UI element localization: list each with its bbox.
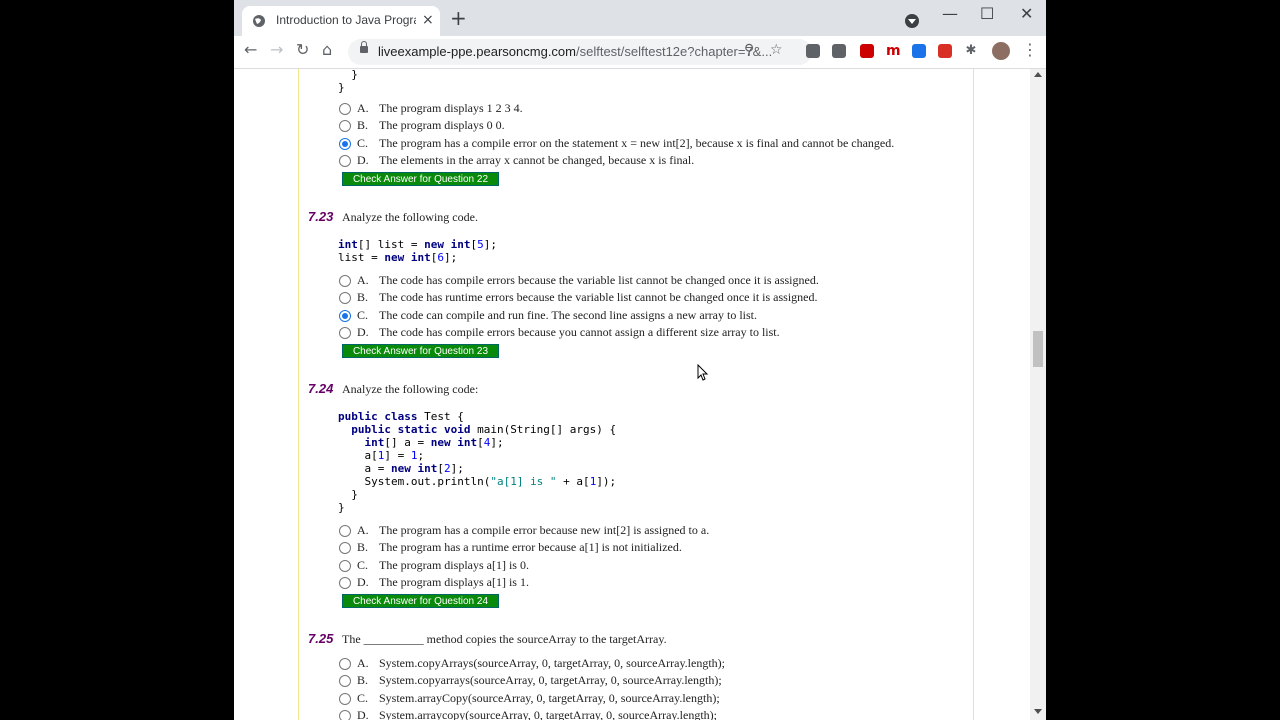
- radio-button[interactable]: [339, 577, 351, 589]
- page-content: } } A. The program displays 1 2 3 4. B. Th…: [234, 68, 1046, 720]
- radio-button-selected[interactable]: [339, 138, 351, 150]
- question-24-code: public class Test { public static void m…: [338, 410, 617, 514]
- code-tail: } }: [338, 68, 358, 94]
- question-25-prompt: The __________ method copies the sourceA…: [342, 632, 667, 646]
- check-answer-24-button[interactable]: Check Answer for Question 24: [342, 594, 499, 608]
- scroll-up-icon[interactable]: [1034, 72, 1042, 77]
- new-tab-button[interactable]: +: [450, 6, 467, 30]
- radio-button[interactable]: [339, 658, 351, 670]
- close-tab-icon[interactable]: ×: [422, 12, 434, 28]
- check-answer-23-button[interactable]: Check Answer for Question 23: [342, 344, 499, 358]
- radio-button[interactable]: [339, 560, 351, 572]
- toolbar: ← → ↻ ⌂ liveexample-ppe.pearsoncmg.com/s…: [234, 36, 1046, 69]
- browser-window: Introduction to Java Programmin × + — ☐ …: [234, 0, 1046, 720]
- extension-cube-icon[interactable]: [806, 44, 820, 58]
- q22-option-a[interactable]: A. The program displays 1 2 3 4.: [339, 101, 939, 119]
- extension-e-icon[interactable]: [912, 44, 926, 58]
- maximize-button[interactable]: ☐: [980, 4, 994, 23]
- close-window-button[interactable]: ✕: [1020, 4, 1033, 23]
- url-text: liveexample-ppe.pearsoncmg.com/selftest/…: [378, 44, 773, 59]
- q25-option-c[interactable]: C. System.arrayCopy(sourceArray, 0, targe…: [339, 691, 939, 709]
- q24-option-d[interactable]: D. The program displays a[1] is 1.: [339, 575, 939, 593]
- q25-option-a[interactable]: A. System.copyArrays(sourceArray, 0, targ…: [339, 656, 939, 674]
- back-button[interactable]: ←: [244, 40, 257, 59]
- radio-button[interactable]: [339, 542, 351, 554]
- extension-box-icon[interactable]: [832, 44, 846, 58]
- q24-option-c[interactable]: C. The program displays a[1] is 0.: [339, 558, 939, 576]
- home-button[interactable]: ⌂: [322, 40, 332, 59]
- q23-option-b[interactable]: B. The code has runtime errors because th…: [339, 290, 939, 308]
- q23-option-c[interactable]: C. The code can compile and run fine. The…: [339, 308, 939, 326]
- q22-option-d[interactable]: D. The elements in the array x cannot be …: [339, 153, 939, 171]
- radio-button[interactable]: [339, 275, 351, 287]
- radio-button[interactable]: [339, 675, 351, 687]
- q24-option-b[interactable]: B. The program has a runtime error becaus…: [339, 540, 939, 558]
- minimize-button[interactable]: —: [942, 4, 958, 23]
- radio-button[interactable]: [339, 525, 351, 537]
- mouse-cursor-icon: [697, 364, 709, 381]
- tab-active[interactable]: Introduction to Java Programmin ×: [242, 6, 440, 36]
- question-23-prompt: Analyze the following code.: [342, 210, 478, 224]
- question-24-number: 7.24: [308, 381, 334, 396]
- question-25-number: 7.25: [308, 631, 334, 646]
- q23-option-a[interactable]: A. The code has compile errors because th…: [339, 273, 939, 291]
- q24-option-a[interactable]: A. The program has a compile error becaus…: [339, 523, 939, 541]
- tab-search-icon[interactable]: [905, 14, 919, 28]
- q22-option-b[interactable]: B. The program displays 0 0.: [339, 118, 939, 136]
- q25-option-d[interactable]: D. System.arraycopy(sourceArray, 0, targe…: [339, 708, 939, 720]
- q22-option-c[interactable]: C. The program has a compile error on the…: [339, 136, 939, 154]
- radio-button[interactable]: [339, 327, 351, 339]
- forward-button[interactable]: →: [270, 40, 283, 59]
- check-answer-22-button[interactable]: Check Answer for Question 22: [342, 172, 499, 186]
- globe-icon: [253, 15, 265, 27]
- menu-icon[interactable]: ⋮: [1022, 40, 1038, 59]
- radio-button[interactable]: [339, 120, 351, 132]
- radio-button-selected[interactable]: [339, 310, 351, 322]
- tab-title: Introduction to Java Programmin: [276, 13, 416, 27]
- radio-button[interactable]: [339, 103, 351, 115]
- ublock-icon[interactable]: [860, 44, 874, 58]
- extension-cast-icon[interactable]: [938, 44, 952, 58]
- extensions-puzzle-icon[interactable]: ✱: [964, 44, 978, 58]
- extension-m-icon[interactable]: m: [886, 44, 901, 58]
- vertical-scrollbar[interactable]: [1030, 69, 1046, 720]
- radio-button[interactable]: [339, 155, 351, 167]
- avatar[interactable]: [992, 42, 1010, 60]
- tab-bar: Introduction to Java Programmin × + — ☐ …: [234, 0, 1046, 36]
- question-24-prompt: Analyze the following code:: [342, 382, 479, 396]
- radio-button[interactable]: [339, 693, 351, 705]
- q23-option-d[interactable]: D. The code has compile errors because yo…: [339, 325, 939, 343]
- scroll-down-icon[interactable]: [1034, 709, 1042, 714]
- q25-option-b[interactable]: B. System.copyarrays(sourceArray, 0, targ…: [339, 673, 939, 691]
- reload-button[interactable]: ↻: [296, 40, 309, 59]
- radio-button[interactable]: [339, 292, 351, 304]
- question-23-number: 7.23: [308, 209, 334, 224]
- address-bar[interactable]: liveexample-ppe.pearsoncmg.com/selftest/…: [348, 39, 812, 65]
- radio-button[interactable]: [339, 710, 351, 720]
- zoom-icon[interactable]: ⚲: [744, 42, 754, 58]
- scrollbar-thumb[interactable]: [1033, 331, 1043, 367]
- lock-icon: [360, 41, 368, 53]
- question-23-code: int[] list = new int[5]; list = new int[…: [338, 238, 497, 264]
- star-icon[interactable]: ☆: [770, 42, 783, 58]
